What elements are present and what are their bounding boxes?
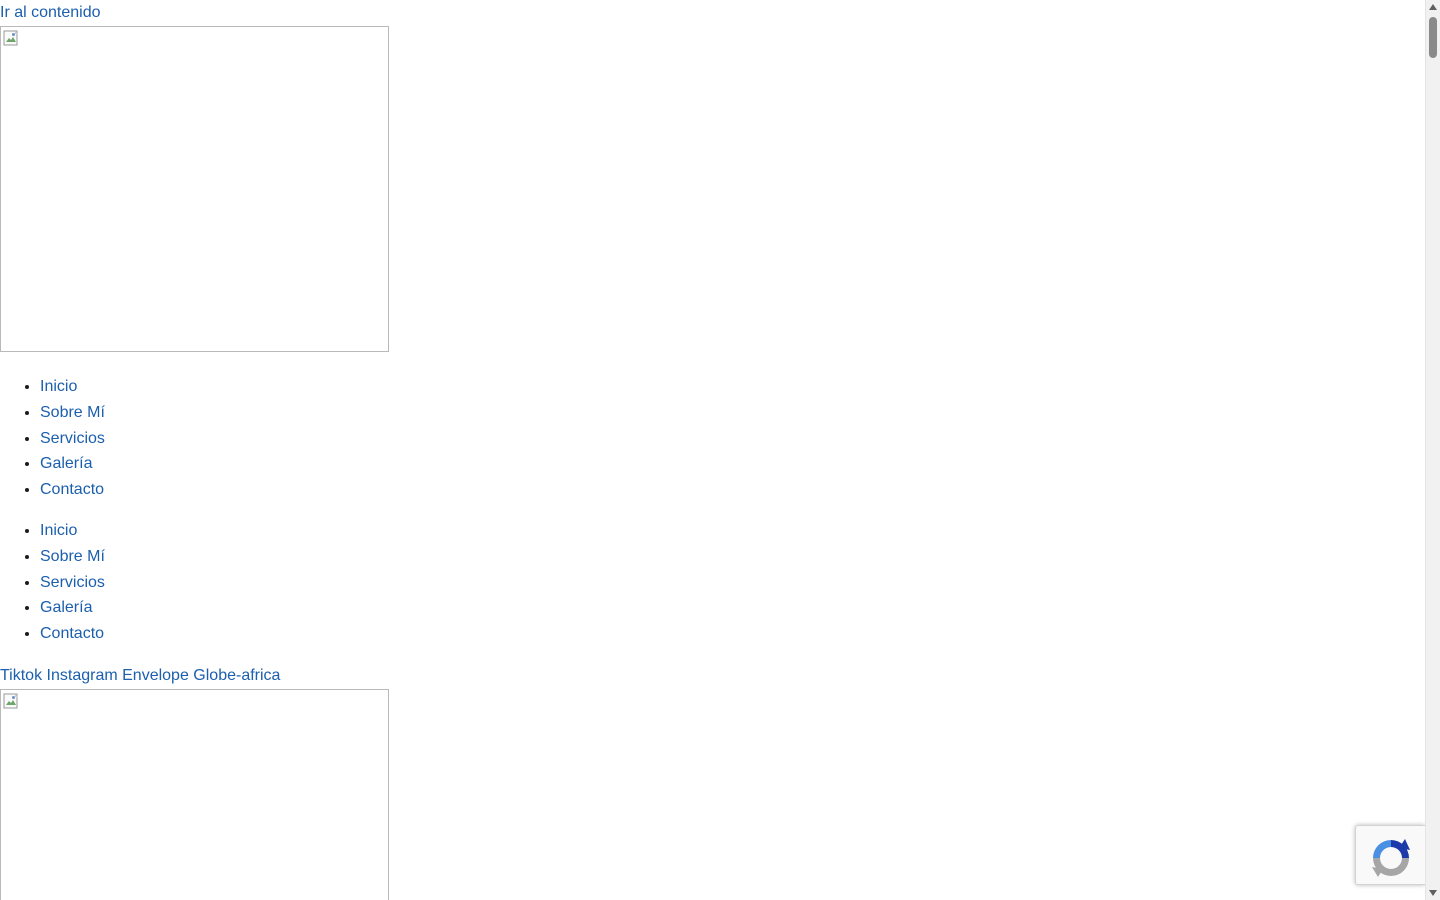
- primary-nav-menu: Inicio Sobre Mí Servicios Galería Contac…: [0, 374, 105, 503]
- scrollbar-thumb[interactable]: [1429, 17, 1437, 58]
- mobile-nav-menu: Inicio Sobre Mí Servicios Galería Contac…: [0, 518, 105, 647]
- page: Ir al contenido Inicio Sobre Mí Servicio…: [0, 0, 1425, 900]
- nav-link-galeria[interactable]: Galería: [40, 455, 92, 472]
- nav-item-sobre-mi: Sobre Mí: [40, 544, 105, 570]
- skip-to-content-link[interactable]: Ir al contenido: [0, 3, 101, 22]
- nav-link-inicio[interactable]: Inicio: [40, 378, 77, 395]
- nav-item-contacto: Contacto: [40, 477, 105, 503]
- content-image: [0, 689, 389, 900]
- nav-link-inicio[interactable]: Inicio: [40, 522, 77, 539]
- nav-item-servicios: Servicios: [40, 426, 105, 452]
- nav-link-contacto[interactable]: Contacto: [40, 625, 104, 642]
- nav-item-servicios: Servicios: [40, 570, 105, 596]
- vertical-scrollbar[interactable]: [1425, 0, 1440, 900]
- nav-item-sobre-mi: Sobre Mí: [40, 400, 105, 426]
- nav-link-contacto[interactable]: Contacto: [40, 481, 104, 498]
- website-link[interactable]: Globe-africa: [193, 667, 280, 684]
- instagram-link[interactable]: Instagram: [47, 667, 118, 684]
- social-links: Tiktok Instagram Envelope Globe-africa: [0, 666, 280, 685]
- recaptcha-icon: [1372, 839, 1410, 877]
- scroll-down-icon[interactable]: [1429, 890, 1437, 896]
- recaptcha-badge[interactable]: [1355, 825, 1425, 885]
- nav-item-inicio: Inicio: [40, 518, 105, 544]
- nav-link-galeria[interactable]: Galería: [40, 599, 92, 616]
- nav-link-sobre-mi[interactable]: Sobre Mí: [40, 404, 105, 421]
- broken-image-icon: [3, 30, 18, 46]
- header-logo-image: [0, 26, 389, 352]
- nav-link-servicios[interactable]: Servicios: [40, 574, 105, 591]
- scroll-up-icon[interactable]: [1429, 4, 1437, 10]
- email-link[interactable]: Envelope: [122, 667, 189, 684]
- nav-link-sobre-mi[interactable]: Sobre Mí: [40, 548, 105, 565]
- nav-item-inicio: Inicio: [40, 374, 105, 400]
- nav-link-servicios[interactable]: Servicios: [40, 430, 105, 447]
- broken-image-icon: [3, 693, 18, 709]
- nav-item-galeria: Galería: [40, 451, 105, 477]
- tiktok-link[interactable]: Tiktok: [0, 667, 42, 684]
- nav-item-contacto: Contacto: [40, 621, 105, 647]
- nav-item-galeria: Galería: [40, 595, 105, 621]
